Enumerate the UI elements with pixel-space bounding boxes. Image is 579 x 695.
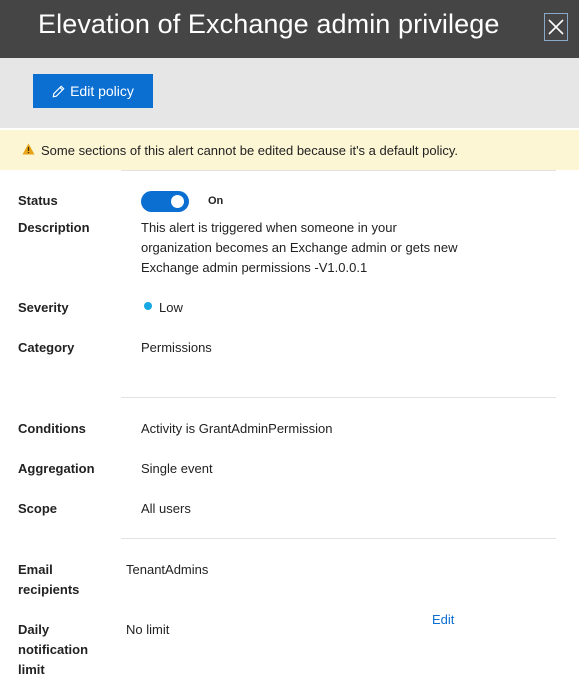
- status-toggle-label: On: [208, 195, 224, 207]
- description-line-3: Exchange admin permissions -V1.0.0.1: [141, 260, 368, 275]
- severity-value: Low: [159, 300, 183, 315]
- description-line-1: This alert is triggered when someone in …: [141, 220, 397, 235]
- edit-policy-button[interactable]: Edit policy: [33, 74, 153, 108]
- description-line-2: organization becomes an Exchange admin o…: [141, 240, 458, 255]
- severity-label: Severity: [18, 300, 69, 315]
- severity-dot: [144, 302, 152, 310]
- pencil-icon: [52, 85, 65, 97]
- panel-header: Elevation of Exchange admin privilege: [0, 0, 579, 58]
- edit-policy-label: Edit policy: [70, 83, 134, 99]
- email-recipients-value: TenantAdmins: [126, 562, 209, 577]
- close-icon: [548, 19, 564, 35]
- status-label: Status: [18, 193, 58, 208]
- conditions-value: Activity is GrantAdminPermission: [141, 421, 333, 436]
- conditions-label: Conditions: [18, 421, 86, 436]
- daily-limit-label-line-1: Daily: [18, 622, 50, 637]
- divider: [121, 397, 556, 398]
- banner-text: Some sections of this alert cannot be ed…: [41, 143, 459, 158]
- scope-label: Scope: [18, 501, 58, 516]
- divider: [121, 170, 556, 171]
- status-toggle[interactable]: [141, 191, 189, 212]
- edit-notifications-link[interactable]: Edit: [432, 610, 454, 630]
- scope-value: All users: [141, 501, 191, 516]
- email-recipients-label-line-1: Email: [18, 562, 53, 577]
- panel-title: Elevation of Exchange admin privilege: [38, 9, 500, 39]
- description-label: Description: [18, 220, 90, 235]
- warning-icon: [22, 143, 35, 155]
- close-button[interactable]: [544, 13, 568, 41]
- category-value: Permissions: [141, 340, 212, 355]
- aggregation-value: Single event: [141, 461, 213, 476]
- toggle-knob: [171, 195, 184, 208]
- daily-limit-value: No limit: [126, 622, 170, 637]
- daily-limit-label-line-2: notification: [18, 642, 89, 657]
- category-label: Category: [18, 340, 75, 355]
- aggregation-label: Aggregation: [18, 461, 95, 476]
- daily-limit-label-line-3: limit: [18, 662, 45, 677]
- email-recipients-label-line-2: recipients: [18, 582, 80, 597]
- toolbar: Edit policy: [0, 58, 579, 128]
- divider: [121, 538, 556, 539]
- default-policy-banner: Some sections of this alert cannot be ed…: [0, 130, 579, 170]
